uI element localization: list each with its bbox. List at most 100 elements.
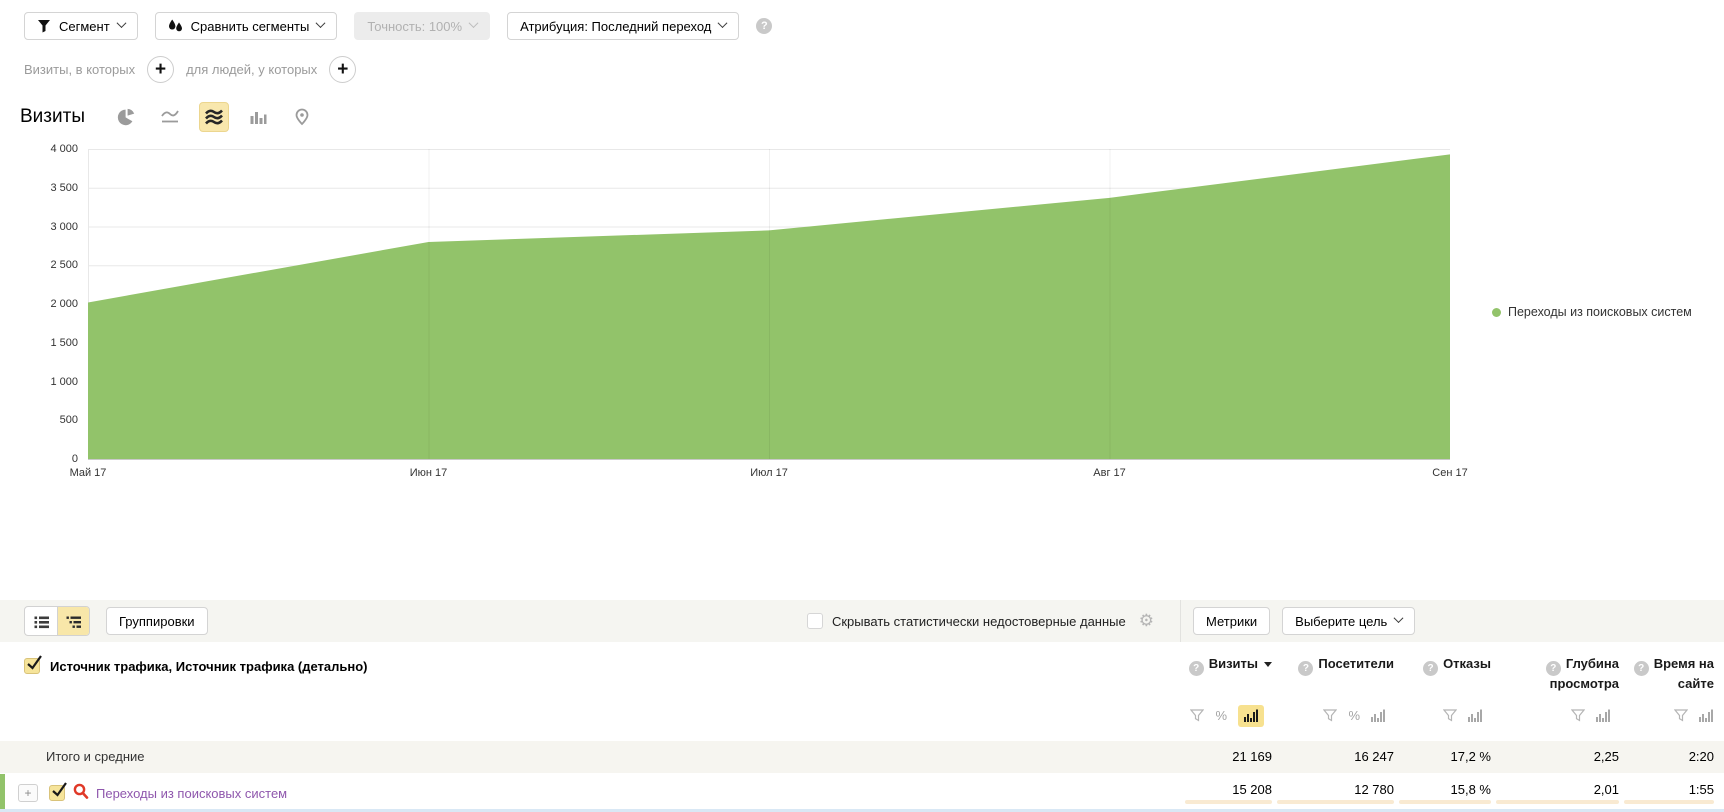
dimension-label: Источник трафика, Источник трафика (дета… [50,658,368,674]
filter-funnel-icon[interactable] [1443,709,1457,722]
column-label: Визиты [1209,656,1258,671]
add-people-condition-button[interactable]: + [329,56,356,83]
visits-condition-label: Визиты, в которых [24,62,135,77]
visits-chart: 05001 0001 5002 0002 5003 0003 5004 000 … [0,149,1724,460]
map-pin-icon [293,108,311,126]
help-icon[interactable]: ? [1546,661,1561,676]
hide-unreliable-control: Скрывать статистически недостоверные дан… [807,611,1154,631]
compare-segments-button[interactable]: Сравнить сегменты [155,12,338,40]
expand-row-button[interactable]: + [18,784,38,802]
help-icon[interactable]: ? [1189,661,1204,676]
column-header-bounces[interactable]: ? Отказы [1394,652,1491,693]
column-label: Отказы [1443,656,1491,671]
x-axis-tick-label: Июл 17 [750,467,788,479]
metric-bar [1496,800,1619,804]
column-label: Время на сайте [1654,656,1714,691]
add-visit-condition-button[interactable]: + [147,56,174,83]
dimension-checkbox[interactable] [24,658,40,674]
totals-label: Итого и средние [0,749,144,764]
bars-mode-icon[interactable] [1699,709,1714,722]
column-label: Посетители [1318,656,1394,671]
bars-mode-icon[interactable] [1371,709,1386,722]
tree-list-icon [65,613,82,630]
chart-title: Визиты [20,106,85,128]
people-condition-label: для людей, у которых [186,62,317,77]
hide-unreliable-checkbox[interactable] [807,613,823,629]
table-row[interactable]: + Переходы из поисковых систем 15 208 [0,773,1724,812]
help-icon[interactable]: ? [1298,661,1313,676]
x-axis-tick-label: Сен 17 [1432,467,1467,479]
filter-funnel-icon[interactable] [1190,709,1204,722]
y-axis-tick-label: 4 000 [0,143,78,155]
flat-list-view-button[interactable] [25,607,57,635]
y-axis: 05001 0001 5002 0002 5003 0003 5004 000 [0,149,80,460]
chart-legend[interactable]: Переходы из поисковых систем [1492,305,1692,319]
segment-builder-row: Визиты, в которых + для людей, у которых… [24,56,1724,83]
dimension-header: Источник трафика, Источник трафика (дета… [0,652,1180,733]
x-axis-tick-label: Июн 17 [410,467,448,479]
segment-button[interactable]: Сегмент [24,12,138,40]
accuracy-label: Точность: 100% [367,19,462,34]
table-controls-row: Группировки Скрывать статистически недос… [0,600,1724,642]
column-header-depth[interactable]: ?Глубина просмотра [1491,652,1619,693]
pie-chart-icon [117,108,135,126]
totals-time: 2:20 [1619,749,1724,764]
checkmark-icon [26,655,42,671]
chevron-down-icon [116,18,126,28]
map-chart-type-button[interactable] [287,102,317,132]
area-chart-icon [204,107,224,127]
filter-funnel-icon[interactable] [1323,709,1337,722]
percent-mode-icon[interactable]: % [1215,708,1227,723]
metric-headers: ?Визиты ?Посетители ?Отказы ?Глубина про… [1180,652,1724,733]
filter-funnel-icon[interactable] [1674,709,1688,722]
metric-bar [1277,800,1394,804]
column-chart-type-button[interactable] [243,102,273,132]
bars-mode-icon[interactable] [1596,709,1611,722]
help-icon[interactable]: ? [756,18,772,34]
column-header-time[interactable]: ? Время на сайте [1619,652,1724,693]
column-header-visits[interactable]: ? Визиты [1180,652,1272,693]
bars-mode-icon[interactable] [1238,705,1264,727]
column-label: Глубина просмотра [1550,656,1619,691]
metric-bar [1624,800,1714,804]
funnel-icon [37,19,51,33]
column-header-visitors[interactable]: ? Посетители [1272,652,1394,693]
metrics-button[interactable]: Метрики [1193,607,1270,635]
area-chart-type-button[interactable] [199,102,229,132]
x-axis: Май 17Июн 17Июл 17Авг 17Сен 17 [0,460,1724,486]
totals-visits: 21 169 [1180,749,1272,764]
accuracy-button[interactable]: Точность: 100% [354,12,490,40]
flat-list-icon [33,613,50,630]
percent-mode-icon[interactable]: % [1348,708,1360,723]
filter-funnel-icon[interactable] [1571,709,1585,722]
goal-select-button[interactable]: Выберите цель [1282,607,1415,635]
totals-depth: 2,25 [1491,749,1619,764]
help-icon[interactable]: ? [1634,661,1649,676]
row-visits: 15 208 [1180,782,1272,804]
y-axis-tick-label: 2 000 [0,298,78,310]
groupings-button[interactable]: Группировки [106,607,208,635]
line-chart-type-button[interactable] [155,102,185,132]
row-time: 1:55 [1619,782,1724,804]
y-axis-tick-label: 500 [0,414,78,426]
help-icon[interactable]: ? [1423,661,1438,676]
row-dimension-link[interactable]: Переходы из поисковых систем [96,786,287,801]
row-checkbox[interactable] [49,785,65,801]
gear-icon[interactable]: ⚙ [1139,611,1154,631]
tree-list-view-button[interactable] [57,607,89,635]
y-axis-tick-label: 2 500 [0,259,78,271]
totals-visitors: 16 247 [1272,749,1394,764]
table-head: Источник трафика, Источник трафика (дета… [0,642,1724,733]
column-filters-visitors: % [1272,699,1394,733]
bars-mode-icon[interactable] [1468,709,1483,722]
y-axis-tick-label: 1 500 [0,337,78,349]
column-filters-visits: % [1180,699,1272,733]
toolbar: Сегмент Сравнить сегменты Точность: 100%… [0,0,1724,40]
pie-chart-type-button[interactable] [111,102,141,132]
row-color-strip [0,774,5,812]
visits-area-chart[interactable] [88,149,1450,460]
y-axis-tick-label: 1 000 [0,376,78,388]
attribution-button[interactable]: Атрибуция: Последний переход [507,12,739,40]
row-depth: 2,01 [1491,782,1619,804]
hide-unreliable-label: Скрывать статистически недостоверные дан… [832,614,1126,629]
